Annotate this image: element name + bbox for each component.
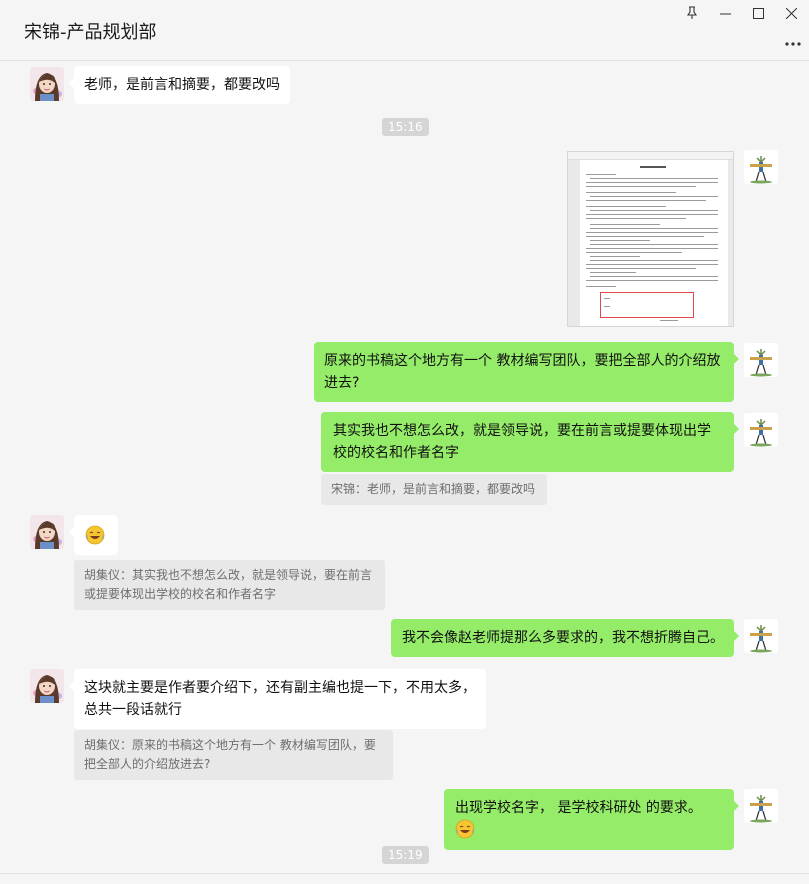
laugh-cry-emoji-icon: [455, 819, 475, 839]
input-area-edge: [0, 873, 809, 884]
contact-avatar[interactable]: [30, 67, 64, 101]
pin-icon[interactable]: [675, 2, 709, 24]
my-avatar[interactable]: [744, 789, 778, 823]
quoted-message[interactable]: 胡集仪：原来的书稿这个地方有一个 教材编写团队，要把全部人的介绍放进去?: [74, 730, 393, 780]
contact-avatar[interactable]: [30, 515, 64, 549]
message-text: 出现学校名字， 是学校科研处 的要求。: [455, 800, 702, 816]
emoji-message[interactable]: [69, 515, 118, 555]
quoted-message[interactable]: 宋锦：老师，是前言和摘要，都要改吗: [321, 474, 547, 505]
quoted-message[interactable]: 胡集仪：其实我也不想怎么改，就是领导说，要在前言或提要体现出学校的校名和作者名字: [74, 560, 385, 610]
my-avatar[interactable]: [744, 413, 778, 447]
message-bubble[interactable]: 其实我也不想怎么改，就是领导说，要在前言或提要体现出学校的校名和作者名字: [321, 412, 739, 472]
timestamp: 15:19: [382, 846, 429, 864]
my-avatar[interactable]: [744, 343, 778, 377]
my-avatar[interactable]: [744, 619, 778, 653]
laugh-cry-emoji-icon: [85, 525, 105, 545]
title-bar: 宋锦-产品规划部: [0, 0, 809, 61]
document-screenshot-image[interactable]: [567, 151, 734, 327]
message-bubble[interactable]: 老师，是前言和摘要，都要改吗: [69, 66, 290, 104]
chat-area: 老师，是前言和摘要，都要改吗 15:16 原来的书稿这个地方有一个 教材编写团队…: [0, 61, 809, 884]
maximize-icon[interactable]: [741, 2, 775, 24]
message-bubble[interactable]: 出现学校名字， 是学校科研处 的要求。: [444, 789, 739, 850]
timestamp: 15:16: [382, 118, 429, 136]
contact-avatar[interactable]: [30, 669, 64, 703]
chat-title: 宋锦-产品规划部: [24, 22, 157, 43]
more-icon[interactable]: [785, 30, 801, 51]
message-bubble[interactable]: 我不会像赵老师提那么多要求的，我不想折腾自己。: [391, 619, 739, 657]
my-avatar[interactable]: [744, 150, 778, 184]
message-bubble[interactable]: 这块就主要是作者要介绍下，还有副主编也提一下，不用太多，总共一段话就行: [69, 669, 486, 729]
close-icon[interactable]: [774, 2, 808, 24]
message-bubble[interactable]: 原来的书稿这个地方有一个 教材编写团队，要把全部人的介绍放进去?: [314, 342, 739, 402]
minimize-icon[interactable]: [708, 2, 742, 24]
